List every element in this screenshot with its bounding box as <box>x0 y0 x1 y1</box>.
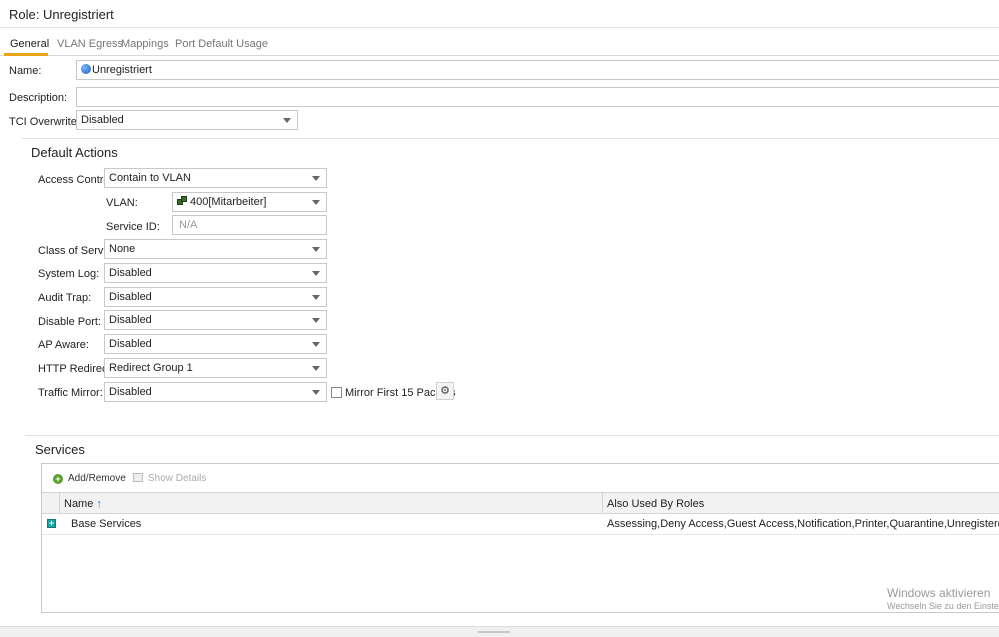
services-panel: + Add/Remove Show Details Name ↑ Also Use… <box>41 463 999 613</box>
name-label: Name: <box>9 65 42 77</box>
default-actions-title: Default Actions <box>31 145 118 160</box>
add-remove-button[interactable]: + Add/Remove <box>53 473 126 484</box>
description-field[interactable] <box>76 87 999 107</box>
add-remove-label: Add/Remove <box>68 473 126 484</box>
column-separator <box>59 493 60 513</box>
windows-activation-title: Windows aktivieren <box>887 586 991 600</box>
tab-mappings[interactable]: Mappings <box>121 38 169 50</box>
services-title: Services <box>35 442 85 457</box>
http-redirect-select[interactable]: Redirect Group 1 <box>104 358 327 378</box>
class-of-service-value: None <box>109 243 136 255</box>
service-id-placeholder: N/A <box>179 219 198 231</box>
tab-bar: General VLAN Egress Mappings Port Defaul… <box>0 28 999 56</box>
vlan-select[interactable]: 400[Mitarbeiter] <box>172 192 327 212</box>
audit-trap-label: Audit Trap: <box>38 292 92 304</box>
globe-icon <box>81 64 91 74</box>
name-field[interactable]: Unregistriert <box>76 60 999 80</box>
column-separator <box>602 493 603 513</box>
tci-overwrite-label: TCI Overwrite: <box>9 116 80 128</box>
name-value: Unregistriert <box>92 64 152 76</box>
window-title-bar: Role: Unregistriert <box>0 0 999 28</box>
services-grid-header: Name ↑ Also Used By Roles <box>42 492 999 514</box>
column-header-name[interactable]: Name ↑ <box>64 498 102 510</box>
system-log-label: System Log: <box>38 268 100 280</box>
tab-port-default-usage[interactable]: Port Default Usage <box>175 38 268 50</box>
tci-overwrite-value: Disabled <box>81 114 124 126</box>
traffic-mirror-select[interactable]: Disabled <box>104 382 327 402</box>
vlan-icon <box>177 196 188 206</box>
sort-ascending-icon: ↑ <box>96 498 102 510</box>
traffic-mirror-value: Disabled <box>109 386 152 398</box>
access-control-value: Contain to VLAN <box>109 172 191 184</box>
ap-aware-value: Disabled <box>109 338 152 350</box>
window-title: Role: Unregistriert <box>9 7 114 22</box>
http-redirect-value: Redirect Group 1 <box>109 362 193 374</box>
tci-overwrite-select[interactable]: Disabled <box>76 110 298 130</box>
access-control-select[interactable]: Contain to VLAN <box>104 168 327 188</box>
vlan-value: 400[Mitarbeiter] <box>190 196 267 208</box>
mirror-settings-button[interactable]: ⚙ <box>436 382 454 400</box>
tab-vlan-egress[interactable]: VLAN Egress <box>57 38 123 50</box>
table-row[interactable]: + Base Services Assessing,Deny Access,Gu… <box>42 514 999 535</box>
disable-port-select[interactable]: Disabled <box>104 310 327 330</box>
ap-aware-label: AP Aware: <box>38 339 89 351</box>
description-label: Description: <box>9 92 68 104</box>
tab-general[interactable]: General <box>10 38 49 50</box>
system-log-value: Disabled <box>109 267 152 279</box>
details-icon <box>133 473 143 482</box>
show-details-button[interactable]: Show Details <box>133 473 206 484</box>
mirror-first-packets-checkbox[interactable] <box>331 387 342 398</box>
expand-icon[interactable]: + <box>47 519 56 528</box>
service-id-label: Service ID: <box>106 221 160 233</box>
http-redirect-label: HTTP Redirect: <box>38 363 114 375</box>
show-details-label: Show Details <box>148 473 207 484</box>
service-name-cell: Base Services <box>71 518 142 530</box>
disable-port-value: Disabled <box>109 314 152 326</box>
traffic-mirror-label: Traffic Mirror: <box>38 387 103 399</box>
system-log-select[interactable]: Disabled <box>104 263 327 283</box>
audit-trap-value: Disabled <box>109 291 152 303</box>
active-tab-indicator <box>4 53 48 56</box>
audit-trap-select[interactable]: Disabled <box>104 287 327 307</box>
windows-activation-subtitle: Wechseln Sie zu den Einstellu <box>887 601 999 611</box>
services-divider <box>25 435 999 436</box>
column-header-name-label: Name <box>64 498 94 510</box>
disable-port-label: Disable Port: <box>38 316 101 328</box>
vlan-label: VLAN: <box>106 197 138 209</box>
class-of-service-select[interactable]: None <box>104 239 327 259</box>
bottom-resize-bar[interactable] <box>0 626 999 637</box>
column-header-also-used-by[interactable]: Also Used By Roles <box>607 498 704 510</box>
add-icon: + <box>53 474 63 484</box>
resize-handle-icon[interactable] <box>478 629 510 633</box>
also-used-by-cell: Assessing,Deny Access,Guest Access,Notif… <box>607 518 999 530</box>
service-id-input[interactable]: N/A <box>172 215 327 235</box>
section-divider <box>22 138 999 139</box>
gear-icon: ⚙ <box>440 385 450 397</box>
ap-aware-select[interactable]: Disabled <box>104 334 327 354</box>
